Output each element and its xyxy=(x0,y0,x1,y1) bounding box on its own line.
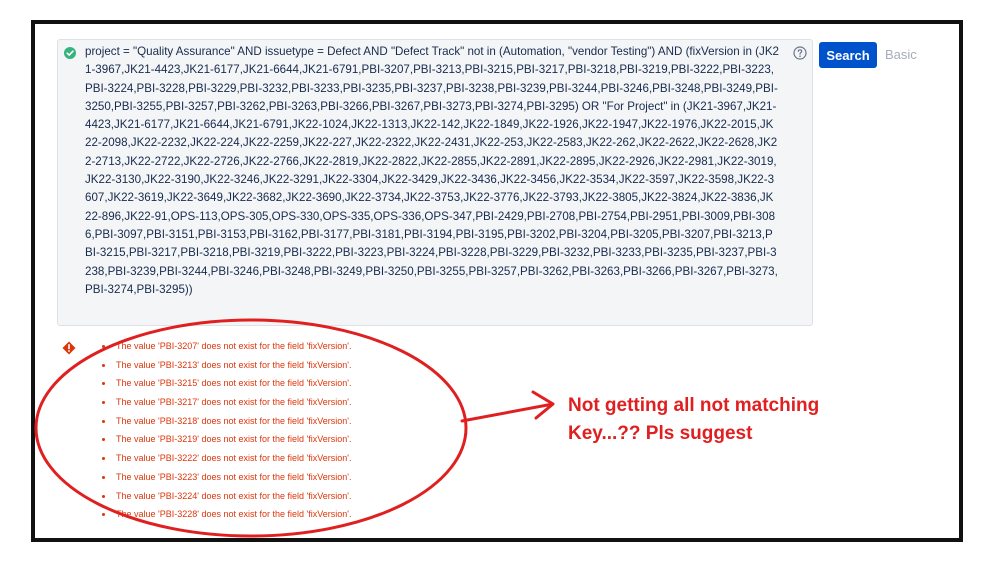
jql-query-editor[interactable]: project = "Quality Assurance" AND issuet… xyxy=(57,39,813,326)
error-message: The value 'PBI-3218' does not exist for … xyxy=(100,412,430,431)
error-message: The value 'PBI-3215' does not exist for … xyxy=(100,374,430,393)
jql-error-list: The value 'PBI-3207' does not exist for … xyxy=(100,337,430,524)
error-diamond-icon xyxy=(62,341,76,355)
check-circle-icon xyxy=(64,47,76,59)
error-message: The value 'PBI-3207' does not exist for … xyxy=(100,337,430,356)
error-message: The value 'PBI-3223' does not exist for … xyxy=(100,468,430,487)
jql-query-input[interactable]: project = "Quality Assurance" AND issuet… xyxy=(85,43,779,323)
screenshot-frame: project = "Quality Assurance" AND issuet… xyxy=(31,20,963,542)
question-circle-icon[interactable] xyxy=(793,46,807,60)
basic-mode-link[interactable]: Basic xyxy=(885,47,917,62)
search-button[interactable]: Search xyxy=(819,42,877,68)
error-message: The value 'PBI-3222' does not exist for … xyxy=(100,449,430,468)
error-message: The value 'PBI-3213' does not exist for … xyxy=(100,356,430,375)
annotation-note: Not getting all not matching Key...?? Pl… xyxy=(568,395,820,444)
error-message: The value 'PBI-3219' does not exist for … xyxy=(100,430,430,449)
error-message: The value 'PBI-3224' does not exist for … xyxy=(100,487,430,506)
error-message: The value 'PBI-3217' does not exist for … xyxy=(100,393,430,412)
error-message: The value 'PBI-3228' does not exist for … xyxy=(100,505,430,524)
